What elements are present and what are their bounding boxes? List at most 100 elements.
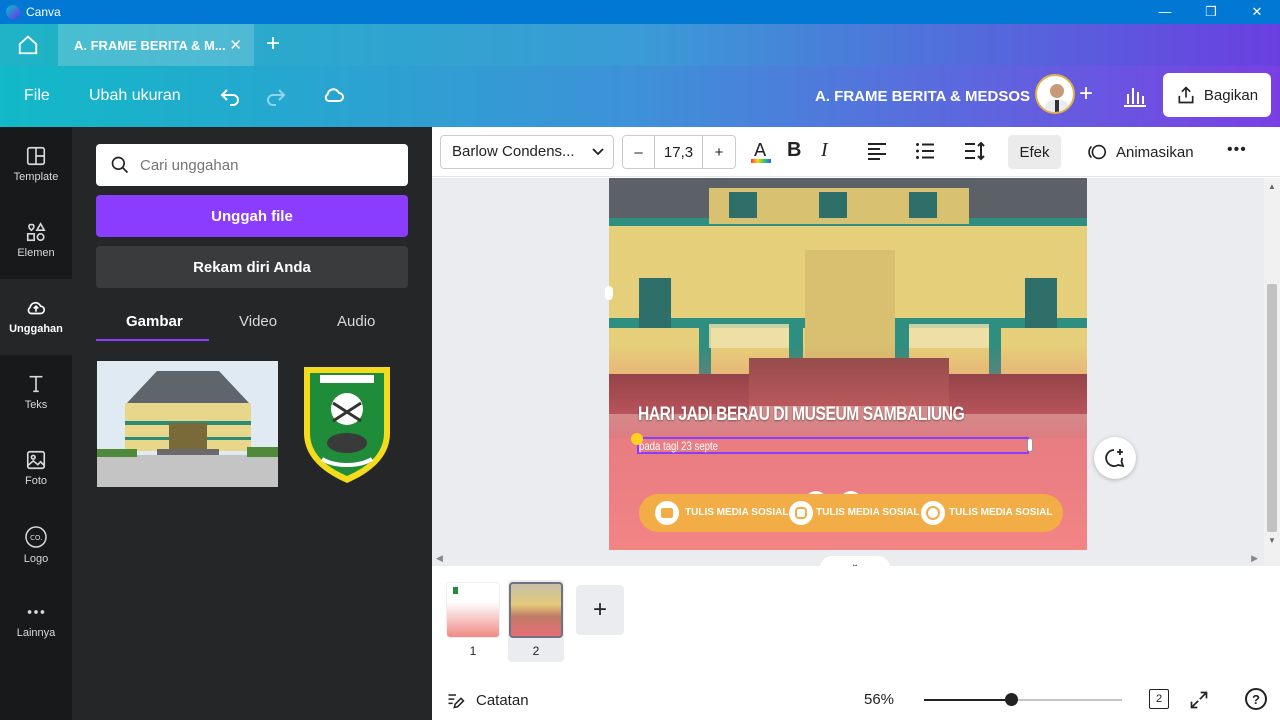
- left-page-handle[interactable]: [605, 286, 613, 300]
- animate-icon: [1088, 144, 1107, 160]
- add-page-button[interactable]: +: [576, 585, 624, 635]
- uploaded-image-museum[interactable]: [97, 361, 278, 487]
- add-collaborator-button[interactable]: +: [1079, 80, 1093, 108]
- resize-button[interactable]: Ubah ukuran: [89, 87, 181, 105]
- rail-text-label: Teks: [24, 399, 48, 411]
- window-titlebar: Canva — ❐ ✕: [0, 0, 1280, 24]
- headline-text[interactable]: HARI JADI BERAU DI MUSEUM SAMBALIUNG: [638, 404, 965, 426]
- zoom-slider-knob[interactable]: [1005, 693, 1018, 706]
- page-thumb-2[interactable]: [509, 582, 563, 638]
- spacing-icon[interactable]: [964, 141, 986, 161]
- tab-video[interactable]: Video: [239, 313, 277, 330]
- share-button[interactable]: Bagikan: [1163, 73, 1271, 117]
- vertical-scrollbar-thumb[interactable]: [1267, 284, 1277, 532]
- file-menu[interactable]: File: [24, 87, 50, 105]
- rail-photos[interactable]: Foto: [0, 431, 72, 507]
- user-avatar[interactable]: [1035, 74, 1075, 114]
- zoom-slider-fill: [924, 699, 1011, 701]
- redo-icon[interactable]: [264, 82, 288, 108]
- tab-images[interactable]: Gambar: [126, 313, 183, 330]
- rail-more[interactable]: Lainnya: [0, 583, 72, 659]
- uploads-panel: Unggah file Rekam diri Anda Gambar Video…: [72, 127, 432, 720]
- tab-document-label: A. FRAME BERITA & M...: [74, 37, 226, 53]
- home-icon: [18, 35, 38, 55]
- minimize-button[interactable]: —: [1142, 0, 1188, 24]
- uploaded-image-emblem[interactable]: [300, 363, 394, 485]
- social-label-1: TULIS MEDIA SOSIAL: [685, 507, 789, 518]
- zoom-level[interactable]: 56%: [864, 691, 894, 708]
- search-icon: [111, 156, 129, 174]
- italic-button[interactable]: I: [821, 139, 828, 162]
- chevron-down-icon: [592, 148, 604, 156]
- more-options-button[interactable]: •••: [1227, 141, 1247, 159]
- search-input[interactable]: [140, 156, 390, 174]
- align-left-icon[interactable]: [867, 142, 887, 160]
- text-color-icon: A: [751, 140, 771, 163]
- add-comment-button[interactable]: [1094, 437, 1136, 479]
- cloud-save-icon[interactable]: [322, 82, 346, 108]
- rail-logo[interactable]: CO. Logo: [0, 507, 72, 583]
- font-size-stepper[interactable]: – 17,3 +: [622, 135, 736, 169]
- tab-audio[interactable]: Audio: [337, 313, 375, 330]
- selected-text-box[interactable]: pada tagl 23 septe: [631, 433, 1033, 454]
- rail-elements-label: Elemen: [17, 247, 55, 259]
- rail-uploads[interactable]: Unggahan: [0, 279, 72, 355]
- notes-icon: [448, 694, 465, 709]
- fullscreen-icon[interactable]: [1189, 690, 1209, 710]
- share-label: Bagikan: [1203, 86, 1259, 104]
- design-page[interactable]: HARI JADI BERAU DI MUSEUM SAMBALIUNG pad…: [609, 178, 1087, 550]
- increase-size-button[interactable]: +: [703, 136, 735, 168]
- svg-text:CO.: CO.: [30, 534, 42, 542]
- top-toolbar: File Ubah ukuran A. FRAME BERITA & MEDSO…: [0, 66, 1280, 127]
- page-thumb-1[interactable]: [446, 582, 500, 638]
- resize-handle-left[interactable]: [631, 433, 643, 445]
- bullet-list-icon[interactable]: [915, 142, 935, 160]
- page-number-2: 2: [532, 644, 540, 658]
- social-label-3: TULIS MEDIA SOSIAL: [949, 507, 1053, 518]
- upload-file-button[interactable]: Unggah file: [96, 195, 408, 237]
- side-rail: Template Elemen Unggahan Teks Foto CO. L…: [0, 127, 72, 720]
- page-number-1: 1: [469, 644, 477, 658]
- record-yourself-button[interactable]: Rekam diri Anda: [96, 246, 408, 288]
- rail-elements[interactable]: Elemen: [0, 203, 72, 279]
- active-tab-indicator: [96, 339, 209, 341]
- resize-handle-right[interactable]: [1027, 438, 1033, 452]
- font-family-select[interactable]: Barlow Condens...: [440, 135, 614, 169]
- help-icon: ?: [1252, 691, 1260, 707]
- insights-chart-icon[interactable]: [1122, 84, 1148, 108]
- help-button[interactable]: ?: [1245, 688, 1267, 710]
- tab-bar: A. FRAME BERITA & M... ✕ +: [0, 24, 1280, 66]
- more-icon: [27, 610, 45, 614]
- search-box[interactable]: [96, 144, 408, 186]
- page-count: 2: [1155, 693, 1163, 705]
- close-tab-icon[interactable]: ✕: [229, 36, 242, 54]
- document-title[interactable]: A. FRAME BERITA & MEDSOS: [815, 88, 1030, 105]
- decrease-size-button[interactable]: –: [623, 136, 655, 168]
- text-icon: [29, 375, 43, 393]
- home-button[interactable]: [10, 30, 46, 60]
- social-media-bar[interactable]: TULIS MEDIA SOSIAL TULIS MEDIA SOSIAL TU…: [639, 494, 1063, 532]
- bottom-bar: Catatan 56% 2 ?: [432, 680, 1280, 720]
- close-window-button[interactable]: ✕: [1234, 0, 1280, 24]
- text-color-button[interactable]: A: [750, 139, 772, 165]
- page-count-button[interactable]: 2: [1149, 689, 1169, 709]
- rail-text[interactable]: Teks: [0, 355, 72, 431]
- vertical-scrollbar[interactable]: ▲ ▼: [1264, 178, 1280, 566]
- maximize-button[interactable]: ❐: [1188, 0, 1234, 24]
- new-tab-button[interactable]: +: [266, 32, 280, 56]
- tab-document[interactable]: A. FRAME BERITA & M... ✕: [58, 24, 254, 66]
- window-title: Canva: [26, 5, 61, 19]
- page-thumb-1-emblem: [453, 587, 458, 594]
- bold-button[interactable]: B: [787, 139, 801, 162]
- elements-icon: [26, 222, 46, 242]
- svg-text:A: A: [754, 140, 767, 161]
- font-family-value: Barlow Condens...: [452, 143, 575, 160]
- animate-button[interactable]: Animasikan: [1086, 135, 1194, 169]
- rail-template[interactable]: Template: [0, 127, 72, 203]
- whatsapp-icon: [921, 501, 945, 525]
- effects-button[interactable]: Efek: [1008, 135, 1061, 169]
- zoom-slider[interactable]: [924, 693, 1122, 706]
- notes-button[interactable]: Catatan: [446, 690, 529, 710]
- font-size-value[interactable]: 17,3: [655, 136, 703, 168]
- undo-icon[interactable]: [218, 82, 242, 108]
